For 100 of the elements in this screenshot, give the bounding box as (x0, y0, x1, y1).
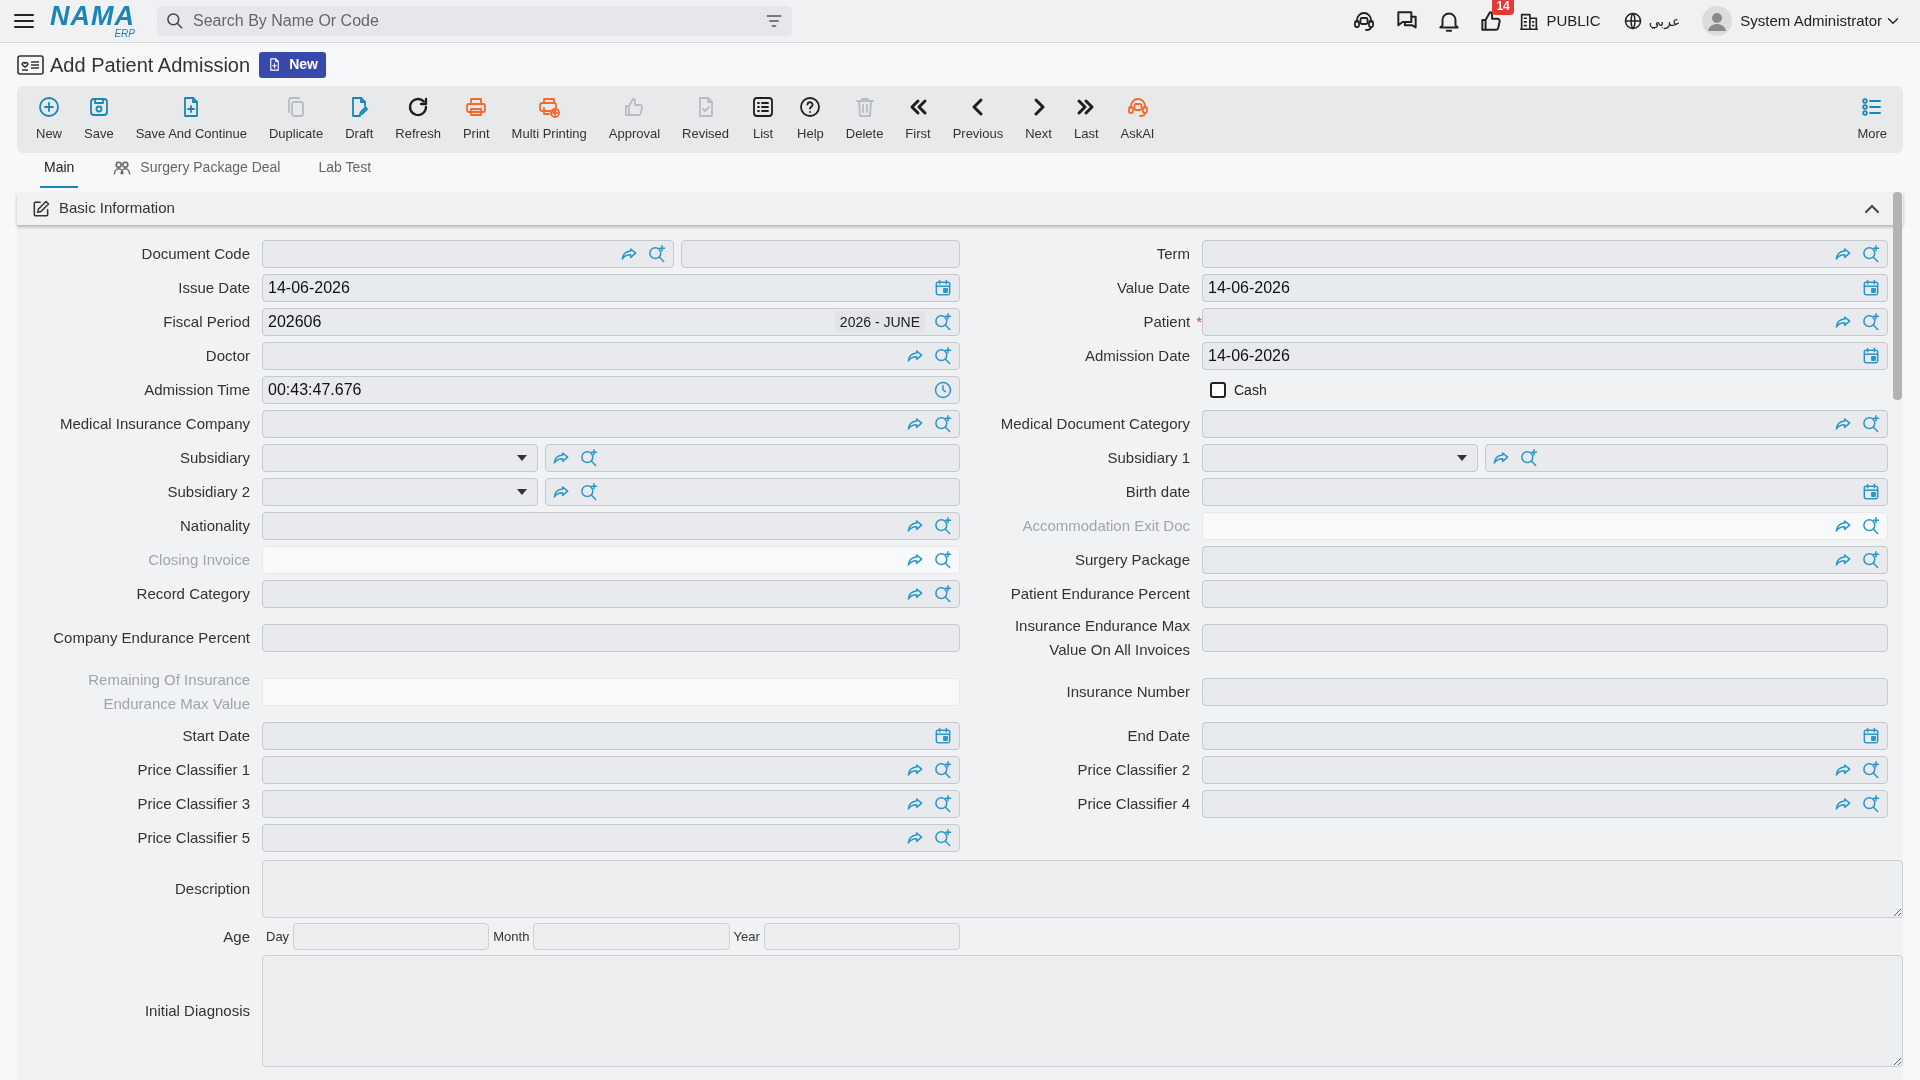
field-label: Issue Date (178, 278, 250, 298)
toolbar-button[interactable]: Last (1062, 86, 1110, 153)
date-field[interactable]: 14-06-2026 (1202, 274, 1888, 302)
calendar-icon[interactable] (1861, 278, 1881, 298)
search-add-icon[interactable] (933, 414, 953, 434)
notification-badge: 14 (1492, 0, 1514, 15)
toolbar-button[interactable]: First (894, 86, 942, 153)
toolbar-button[interactable]: New (25, 86, 73, 153)
number-field[interactable] (293, 923, 490, 950)
toolbar-button[interactable]: Draft (334, 86, 385, 153)
clock-icon[interactable] (933, 380, 953, 400)
lookup-field[interactable] (262, 790, 960, 818)
toolbar-button[interactable]: Revised (671, 86, 741, 153)
search-add-icon[interactable] (1861, 414, 1881, 434)
date-field[interactable] (262, 722, 960, 750)
tab[interactable]: Surgery Package Deal (108, 157, 285, 188)
tab[interactable]: Main (40, 157, 79, 188)
search-add-icon[interactable] (1861, 244, 1881, 264)
lookup-field[interactable]: 202606 2026 - JUNE (262, 308, 960, 336)
lookup-field[interactable] (262, 580, 960, 608)
tab[interactable]: Lab Test (314, 157, 376, 188)
lookup-field[interactable] (545, 444, 960, 472)
lookup-field[interactable] (1485, 444, 1888, 472)
toolbar-button[interactable]: List (740, 86, 787, 153)
toolbar-button[interactable]: AskAI (1109, 86, 1166, 153)
calendar-icon[interactable] (1861, 482, 1881, 502)
toolbar-button[interactable]: Save And Continue (124, 86, 258, 153)
search-add-icon[interactable] (1861, 312, 1881, 332)
search-add-icon[interactable] (933, 312, 953, 332)
collapse-icon[interactable] (1865, 204, 1879, 213)
field-label: Term (1156, 244, 1190, 264)
lookup-field[interactable] (1202, 756, 1888, 784)
text-field[interactable] (1202, 678, 1888, 706)
lookup-field[interactable] (1202, 410, 1888, 438)
text-field[interactable] (262, 624, 960, 652)
language-link[interactable]: عربي (1648, 10, 1681, 32)
calendar-icon[interactable] (1861, 346, 1881, 366)
lookup-field[interactable] (262, 410, 960, 438)
globe-icon[interactable] (1622, 11, 1643, 31)
search-add-icon[interactable] (933, 794, 953, 814)
search-add-icon[interactable] (1861, 760, 1881, 780)
search-add-icon[interactable] (933, 828, 953, 848)
calendar-icon[interactable] (1861, 726, 1881, 746)
toolbar-button[interactable]: Delete (834, 86, 895, 153)
search-add-icon[interactable] (1861, 550, 1881, 570)
search-add-icon[interactable] (579, 448, 599, 468)
lookup-field[interactable] (262, 240, 674, 268)
text-field[interactable] (1202, 580, 1888, 608)
search-add-icon[interactable] (933, 516, 953, 536)
search-add-icon[interactable] (579, 482, 599, 502)
user-name[interactable]: System Administrator (1740, 9, 1882, 33)
section-header[interactable]: Basic Information (17, 192, 1903, 225)
toolbar-button[interactable]: Help (786, 86, 835, 153)
toolbar-button[interactable]: Refresh (384, 86, 452, 153)
headset-icon[interactable] (1352, 9, 1377, 33)
number-field[interactable] (533, 923, 730, 950)
dropdown-field[interactable] (1202, 444, 1478, 472)
checkbox[interactable] (1210, 382, 1226, 398)
date-field[interactable]: 14-06-2026 (262, 274, 960, 302)
field-label: Age (223, 927, 250, 945)
lookup-field[interactable] (262, 342, 960, 370)
search-add-icon[interactable] (933, 584, 953, 604)
search-add-icon[interactable] (933, 760, 953, 780)
lookup-field[interactable] (1202, 790, 1888, 818)
lookup-field[interactable] (262, 756, 960, 784)
toolbar-button[interactable]: Next (1014, 86, 1063, 153)
toolbar-button[interactable]: Multi Printing (500, 86, 598, 153)
lookup-field[interactable] (1202, 546, 1888, 574)
dropdown-field[interactable] (262, 478, 538, 506)
number-field[interactable] (763, 923, 960, 950)
field-label: Insurance Endurance Max Value On All Invoices (1013, 616, 1190, 660)
caret-icon (517, 489, 527, 495)
date-field[interactable] (1202, 722, 1888, 750)
text-field[interactable] (1202, 624, 1888, 652)
lookup-field[interactable] (1202, 308, 1888, 336)
toolbar-button[interactable]: Print (451, 86, 501, 153)
text-field[interactable] (681, 240, 960, 268)
search-field[interactable]: Search By Name Or Code (157, 6, 792, 36)
toolbar-button[interactable]: Previous (941, 86, 1015, 153)
search-add-icon[interactable] (1519, 448, 1539, 468)
toolbar-button[interactable]: Duplicate (257, 86, 335, 153)
dropdown-field[interactable] (262, 444, 538, 472)
branch-label[interactable]: PUBLIC (1546, 9, 1601, 33)
lookup-field[interactable] (1202, 240, 1888, 268)
date-field[interactable]: 14-06-2026 (1202, 342, 1888, 370)
avatar-icon[interactable] (1702, 6, 1733, 36)
lookup-field[interactable] (262, 824, 960, 852)
scrollbar-thumb[interactable] (1893, 192, 1902, 400)
more-button[interactable]: More (1849, 86, 1895, 153)
calendar-icon[interactable] (933, 726, 953, 746)
calendar-icon[interactable] (933, 278, 953, 298)
toolbar-button[interactable]: Save (73, 86, 125, 153)
search-add-icon[interactable] (933, 346, 953, 366)
date-field[interactable] (1202, 478, 1888, 506)
search-add-icon[interactable] (647, 244, 667, 264)
time-field[interactable]: 00:43:47.676 (262, 376, 960, 404)
lookup-field[interactable] (545, 478, 960, 506)
lookup-field[interactable] (262, 512, 960, 540)
search-add-icon[interactable] (1861, 794, 1881, 814)
toolbar-button[interactable]: Approval (597, 86, 672, 153)
